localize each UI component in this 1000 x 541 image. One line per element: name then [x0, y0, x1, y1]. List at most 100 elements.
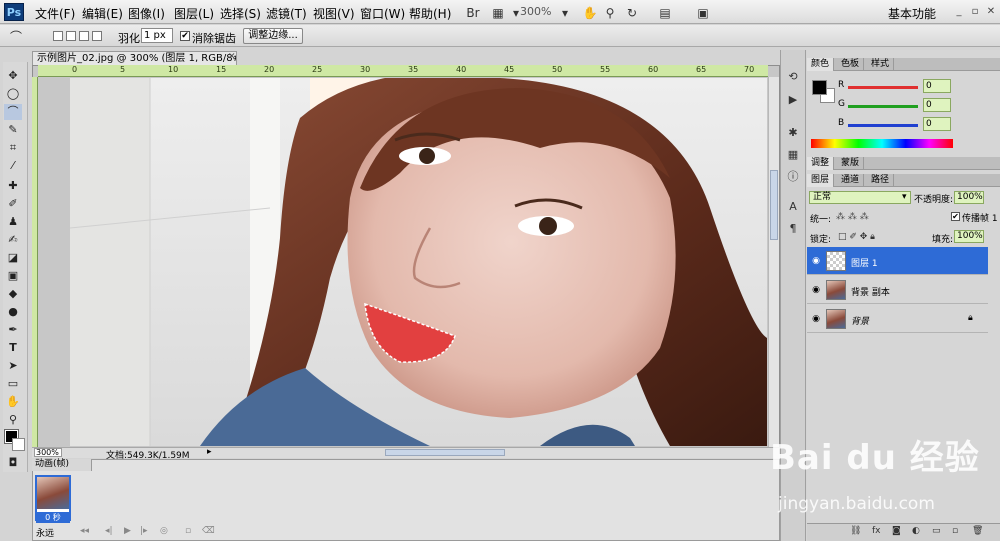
- quick-mask-icon[interactable]: ◘: [4, 455, 22, 471]
- new-selection-icon[interactable]: [53, 31, 63, 41]
- type-tool-icon[interactable]: T: [4, 340, 22, 356]
- character-icon[interactable]: A: [785, 200, 801, 214]
- tab-paths[interactable]: 路径: [867, 174, 895, 187]
- color-spectrum[interactable]: [811, 139, 953, 148]
- layer-name[interactable]: 背景 副本: [851, 285, 890, 298]
- quick-select-tool-icon[interactable]: ✎: [4, 122, 22, 138]
- chevron-down-icon[interactable]: ▾: [902, 192, 907, 202]
- rotate-view-icon[interactable]: ↻: [622, 3, 642, 21]
- eye-icon[interactable]: ◉: [811, 285, 821, 295]
- lasso-tool-preset-icon[interactable]: ⌒: [6, 27, 26, 45]
- menu-help[interactable]: 帮助(H): [409, 5, 451, 22]
- loop-select[interactable]: 永远: [36, 526, 54, 539]
- menu-select[interactable]: 选择(S): [220, 5, 261, 22]
- new-layer-icon[interactable]: ▫: [952, 526, 958, 536]
- clone-source-icon[interactable]: ▦: [785, 148, 801, 162]
- background-color-swatch[interactable]: [12, 438, 25, 451]
- menu-file[interactable]: 文件(F): [35, 5, 75, 22]
- tab-adjustments[interactable]: 调整: [807, 157, 835, 170]
- dodge-tool-icon[interactable]: ●: [4, 304, 22, 320]
- adjustment-layer-icon[interactable]: ◐: [912, 526, 920, 536]
- next-frame-icon[interactable]: |▸: [140, 526, 148, 536]
- lasso-tool-icon[interactable]: ⌒: [4, 104, 22, 120]
- zoom-select[interactable]: 300%: [520, 5, 551, 18]
- subtract-selection-icon[interactable]: [79, 31, 89, 41]
- unify-icons[interactable]: ⁂ ⁂ ⁂: [836, 212, 869, 222]
- add-mask-icon[interactable]: ◙: [892, 526, 901, 536]
- green-slider[interactable]: [848, 105, 918, 108]
- eraser-tool-icon[interactable]: ◪: [4, 250, 22, 266]
- brush-tool-icon[interactable]: ✐: [4, 196, 22, 212]
- tab-channels[interactable]: 通道: [837, 174, 865, 187]
- tab-styles[interactable]: 样式: [867, 58, 895, 71]
- brushes-icon[interactable]: ✱: [785, 126, 801, 140]
- propagate-checkbox[interactable]: ✔: [951, 212, 960, 221]
- lock-icons[interactable]: □ ✐ ✥ 🔒︎: [838, 232, 875, 242]
- red-slider[interactable]: [848, 86, 918, 89]
- layer-style-icon[interactable]: fx: [872, 526, 881, 536]
- healing-brush-tool-icon[interactable]: ✚: [4, 178, 22, 194]
- first-frame-icon[interactable]: ◂◂: [80, 526, 89, 536]
- menu-image[interactable]: 图像(I): [128, 5, 165, 22]
- restore-icon[interactable]: ▫: [968, 5, 982, 18]
- bridge-icon[interactable]: Br: [463, 3, 483, 21]
- menu-edit[interactable]: 编辑(E): [82, 5, 123, 22]
- screen-mode-icon[interactable]: ▣: [693, 3, 713, 21]
- move-tool-icon[interactable]: ✥: [4, 68, 22, 84]
- link-layers-icon[interactable]: ⛓: [850, 526, 861, 536]
- delete-layer-icon[interactable]: 🗑︎: [972, 526, 983, 536]
- tab-swatches[interactable]: 色板: [837, 58, 865, 71]
- red-value[interactable]: 0: [923, 79, 951, 93]
- actions-icon[interactable]: ▶: [785, 93, 801, 107]
- guides-icon[interactable]: ▦: [488, 3, 508, 21]
- new-frame-icon[interactable]: ▫: [185, 526, 191, 536]
- zoom-tool-icon[interactable]: ⚲: [4, 412, 22, 428]
- eye-icon[interactable]: ◉: [811, 256, 821, 266]
- zoom-icon[interactable]: ⚲: [600, 3, 620, 21]
- tab-masks[interactable]: 蒙版: [837, 157, 865, 170]
- eye-icon[interactable]: ◉: [811, 314, 821, 324]
- intersect-selection-icon[interactable]: [92, 31, 102, 41]
- tab-layers[interactable]: 图层: [807, 174, 835, 187]
- refine-edge-button[interactable]: 调整边缘...: [243, 28, 303, 44]
- hand-tool-icon[interactable]: ✋: [4, 394, 22, 410]
- antialias-checkbox[interactable]: ✔: [180, 31, 190, 41]
- info-icon[interactable]: ⓘ: [785, 170, 801, 184]
- prev-frame-icon[interactable]: ◂|: [105, 526, 113, 536]
- menu-filter[interactable]: 滤镜(T): [266, 5, 307, 22]
- path-select-tool-icon[interactable]: ➤: [4, 358, 22, 374]
- document-tab[interactable]: 示例图片_02.jpg @ 300% (图层 1, RGB/8#) *: [32, 51, 237, 65]
- close-icon[interactable]: ✕: [228, 52, 236, 62]
- image-canvas[interactable]: [70, 78, 767, 446]
- zoom-field[interactable]: 300%: [34, 448, 62, 457]
- blue-value[interactable]: 0: [923, 117, 951, 131]
- animation-tab[interactable]: 动画(帧): [32, 459, 92, 471]
- delete-frame-icon[interactable]: ⌫: [202, 526, 215, 536]
- frame-delay[interactable]: 0 秒: [36, 512, 70, 523]
- tab-color[interactable]: 颜色: [807, 58, 835, 71]
- horizontal-scroll-thumb[interactable]: [385, 449, 505, 456]
- add-selection-icon[interactable]: [66, 31, 76, 41]
- play-icon[interactable]: ▶: [124, 526, 131, 536]
- green-value[interactable]: 0: [923, 98, 951, 112]
- menu-layer[interactable]: 图层(L): [174, 5, 214, 22]
- eyedropper-tool-icon[interactable]: ⁄: [4, 158, 22, 174]
- feather-input[interactable]: 1 px: [141, 28, 173, 43]
- play-arrow-icon[interactable]: ▸: [207, 447, 212, 457]
- fill-field[interactable]: 100%: [954, 230, 984, 243]
- shape-tool-icon[interactable]: ▭: [4, 376, 22, 392]
- clone-stamp-tool-icon[interactable]: ♟: [4, 214, 22, 230]
- chevron-down-icon[interactable]: ▾: [555, 3, 575, 21]
- blue-slider[interactable]: [848, 124, 918, 127]
- opacity-field[interactable]: 100%: [954, 191, 984, 204]
- workspace-switcher[interactable]: 基本功能: [888, 5, 936, 22]
- history-icon[interactable]: ⟲: [785, 70, 801, 84]
- layer-name[interactable]: 图层 1: [851, 256, 878, 269]
- blur-tool-icon[interactable]: ◆: [4, 286, 22, 302]
- layer-name[interactable]: 背景: [851, 314, 869, 327]
- marquee-tool-icon[interactable]: ◯: [4, 86, 22, 102]
- paragraph-icon[interactable]: ¶: [785, 222, 801, 236]
- menu-window[interactable]: 窗口(W): [360, 5, 405, 22]
- pen-tool-icon[interactable]: ✒: [4, 322, 22, 338]
- blend-mode-select[interactable]: 正常: [809, 191, 911, 204]
